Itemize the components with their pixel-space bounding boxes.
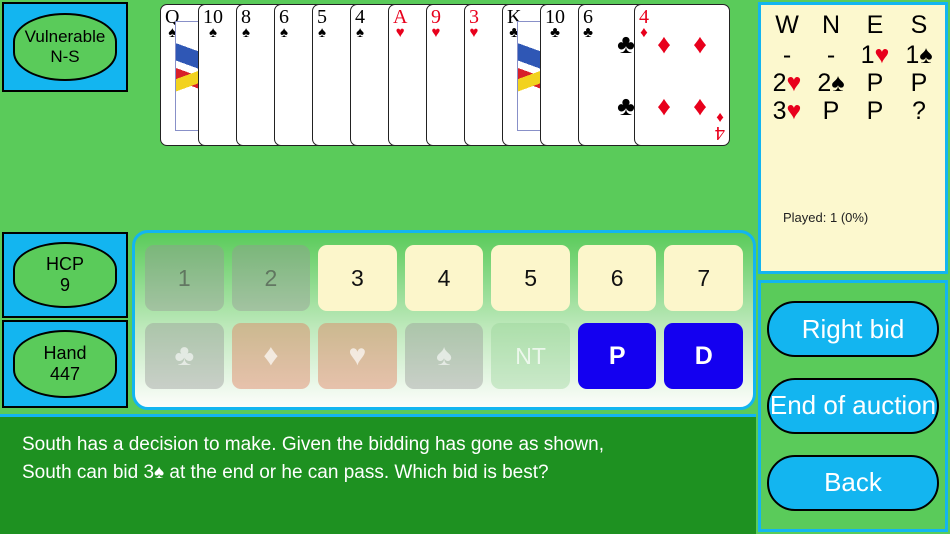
- auction-call-r2-N: 2♠: [809, 69, 853, 97]
- auction-call-r3-N: P: [809, 97, 853, 125]
- end-of-auction-button[interactable]: End of auction: [767, 377, 939, 434]
- call-level: P: [910, 69, 928, 97]
- bid-level-5-button[interactable]: 5: [491, 245, 570, 311]
- bid-pass-button[interactable]: P: [577, 323, 657, 389]
- vulnerability-value: N-S: [50, 46, 80, 66]
- hcp-badge: HCP 9: [2, 232, 128, 318]
- auction-header-N: N: [821, 11, 841, 39]
- call-suit-icon: ♥: [786, 69, 802, 97]
- pip-row: ♦ ♦: [635, 29, 729, 60]
- call-level: 2: [772, 69, 787, 97]
- player-hand: Q♠Q♠10♠10♠♠♠8♠8♠♠♠6♠6♠♠♠5♠5♠♠4♠4♠♠A♥A♥9♥…: [160, 4, 730, 152]
- diamond-pip-icon: ♦: [657, 28, 671, 59]
- bid-spades-button: ♠: [404, 323, 484, 389]
- card-4-diamond[interactable]: 4 ♦ 4 ♦ ♦ ♦ ♦ ♦: [634, 4, 730, 146]
- call-level: -: [826, 41, 836, 69]
- message-line-2-a: South can bid 3: [22, 461, 155, 483]
- message-line-1: South has a decision to make. Given the …: [22, 434, 604, 455]
- bid-level-4-button[interactable]: 4: [404, 245, 484, 311]
- vulnerability-label: Vulnerable: [24, 26, 106, 46]
- auction-call-r1-N: -: [809, 41, 853, 69]
- auction-panel: W N E S - -1♥ 1♠ 2♥ 2♠ P P 3♥ P P? Played: 1 (0%): [758, 2, 948, 274]
- club-pip-icon: ♣: [617, 90, 635, 121]
- hcp-pill: HCP 9: [12, 242, 118, 308]
- bid-notrump-button: NT: [491, 323, 570, 389]
- auction-header-E: E: [866, 11, 884, 39]
- right-bid-button[interactable]: Right bid: [767, 301, 939, 358]
- bidding-box: 1234567 ♣ ♦ ♥ ♠ NT P D: [132, 230, 756, 410]
- vulnerability-badge: Vulnerable N-S: [2, 2, 128, 92]
- bid-level-row: 1234567: [145, 245, 744, 311]
- message-bar: South has a decision to make. Given the …: [0, 414, 756, 534]
- hand-shape-label: Hand: [43, 342, 87, 363]
- call-level: 3: [772, 97, 787, 125]
- auction-call-r3-E: P: [853, 97, 897, 125]
- bid-denomination-row: ♣ ♦ ♥ ♠ NT P D: [145, 323, 744, 389]
- call-level: -: [782, 41, 792, 69]
- auction-grid: W N E S - -1♥ 1♠ 2♥ 2♠ P P 3♥ P P?: [765, 11, 941, 125]
- card-pips: ♦ ♦ ♦ ♦: [635, 13, 729, 137]
- played-count: Played: 1 (0%): [783, 210, 869, 225]
- auction-call-r1-W: -: [765, 41, 809, 69]
- call-level: P: [822, 97, 840, 125]
- call-suit-icon: ♥: [786, 97, 802, 125]
- bid-level-2-button: 2: [231, 245, 311, 311]
- call-level: P: [866, 69, 884, 97]
- bid-level-6-button[interactable]: 6: [577, 245, 657, 311]
- call-suit-icon: ♠: [919, 41, 933, 69]
- call-level: P: [866, 97, 884, 125]
- auction-header-S: S: [910, 11, 928, 39]
- bid-diamonds-button: ♦: [231, 323, 311, 389]
- hand-shape-pill: Hand 447: [12, 330, 118, 398]
- auction-call-r2-S: P: [897, 69, 941, 97]
- call-level: 2: [817, 69, 832, 97]
- spade-icon: ♠: [154, 461, 165, 483]
- vulnerability-pill: Vulnerable N-S: [12, 12, 118, 82]
- club-pip-icon: ♣: [617, 28, 635, 59]
- message-line-2-b: at the end or he can pass. Which bid is …: [164, 461, 549, 483]
- auction-header-W: W: [775, 11, 799, 39]
- card-rank: A: [393, 6, 408, 28]
- message-line-2: South can bid 3♠ at the end or he can pa…: [22, 459, 734, 487]
- bid-clubs-button: ♣: [145, 323, 224, 389]
- action-panel: Right bid End of auction Back: [758, 280, 948, 532]
- auction-call-r3-S: ?: [897, 97, 941, 125]
- auction-call-r2-E: P: [853, 69, 897, 97]
- diamond-pip-icon: ♦: [657, 90, 671, 121]
- hand-shape-value: 447: [49, 364, 81, 384]
- auction-call-r3-W: 3♥: [765, 97, 809, 125]
- diamond-pip-icon: ♦: [693, 90, 707, 121]
- hcp-value: 9: [59, 275, 70, 295]
- bid-level-1-button: 1: [145, 245, 224, 311]
- pip-row: ♦ ♦: [635, 91, 729, 122]
- call-level: ?: [912, 97, 926, 125]
- card-corner-tl: A ♥: [393, 6, 408, 42]
- bid-level-7-button[interactable]: 7: [664, 245, 744, 311]
- call-level: 1: [905, 41, 920, 69]
- hand-shape-badge: Hand 447: [2, 320, 128, 408]
- diamond-pip-icon: ♦: [693, 28, 707, 59]
- back-button[interactable]: Back: [767, 454, 939, 511]
- bid-double-button[interactable]: D: [664, 323, 744, 389]
- auction-call-r2-W: 2♥: [765, 69, 809, 97]
- call-level: 1: [860, 41, 875, 69]
- hcp-label: HCP: [45, 253, 84, 274]
- call-suit-icon: ♥: [874, 41, 890, 69]
- bid-hearts-button: ♥: [318, 323, 397, 389]
- bid-level-3-button[interactable]: 3: [318, 245, 397, 311]
- auction-call-r1-E: 1♥: [853, 41, 897, 69]
- call-suit-icon: ♠: [831, 69, 845, 97]
- auction-call-r1-S: 1♠: [897, 41, 941, 69]
- heart-icon: ♥: [395, 25, 405, 42]
